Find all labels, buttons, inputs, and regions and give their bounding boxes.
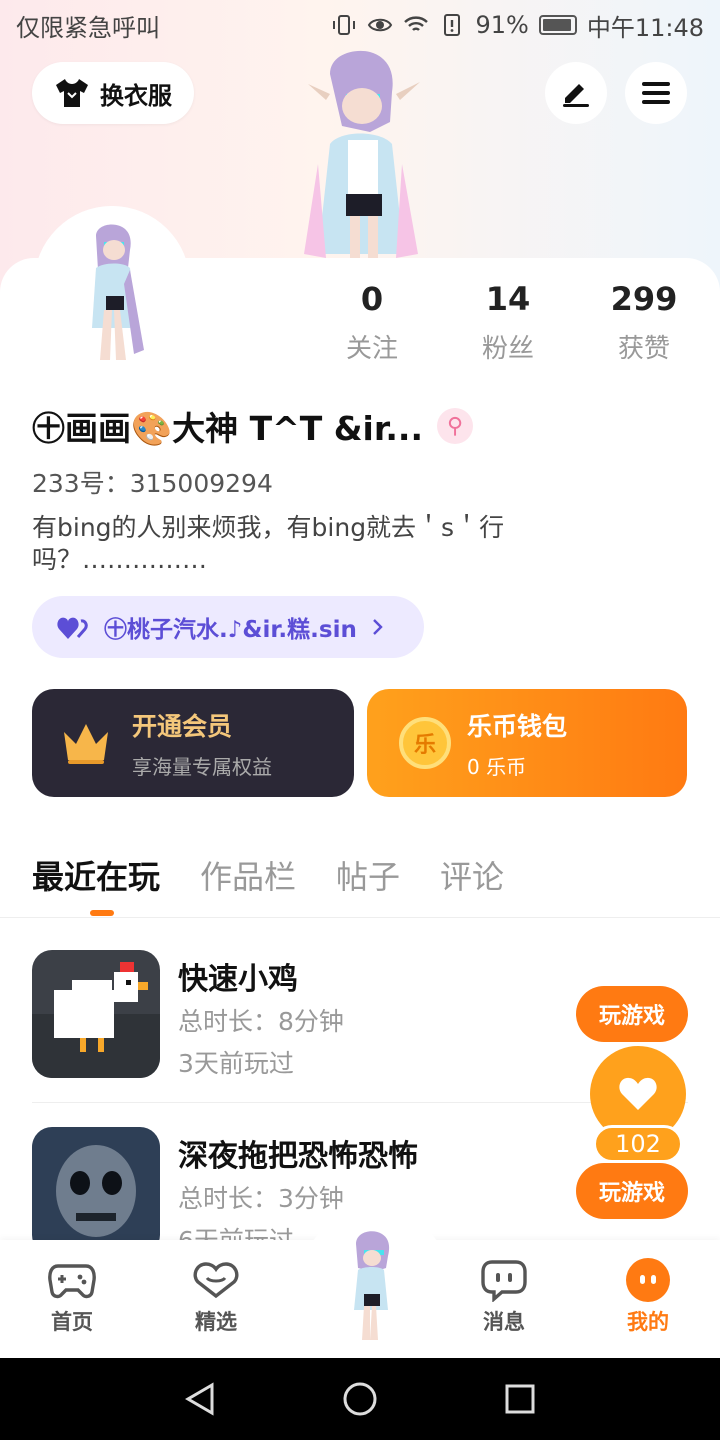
play-game-button[interactable]: 玩游戏 xyxy=(576,986,688,1042)
pencil-icon xyxy=(563,84,589,107)
change-outfit-button[interactable]: 换衣服 xyxy=(32,62,194,124)
avatar-character[interactable] xyxy=(290,44,440,264)
profile-icon xyxy=(626,1258,670,1302)
followers-label: 粉丝 xyxy=(481,334,534,364)
nav-featured[interactable]: 精选 xyxy=(166,1258,266,1336)
recents-icon[interactable] xyxy=(504,1383,536,1415)
profile-avatar[interactable] xyxy=(34,206,190,362)
change-outfit-label: 换衣服 xyxy=(100,81,172,110)
game-icon-horror xyxy=(32,1127,160,1255)
nav-home[interactable]: 首页 xyxy=(22,1258,122,1336)
shirt-icon xyxy=(56,79,88,107)
game-icon-chicken xyxy=(32,950,160,1078)
tab-recently-played[interactable]: 最近在玩 xyxy=(32,852,160,898)
double-heart-icon xyxy=(57,617,88,639)
nav-messages-label: 消息 xyxy=(483,1310,525,1334)
vip-title: 开通会员 xyxy=(132,711,233,741)
profile-tabs: 最近在玩 作品栏 帖子 评论 xyxy=(32,852,504,898)
likes-stat[interactable]: 299 获赞 xyxy=(584,280,704,365)
user-id[interactable]: 233号：315009294 xyxy=(32,464,273,500)
menu-icon xyxy=(642,82,670,104)
vip-card[interactable]: 开通会员 享海量专属权益 xyxy=(32,689,354,797)
nav-messages[interactable]: 消息 xyxy=(454,1258,554,1336)
heart-icon xyxy=(619,1077,657,1110)
menu-button[interactable] xyxy=(625,62,687,124)
nav-me-label: 我的 xyxy=(627,1310,669,1334)
avatar-image xyxy=(34,206,190,362)
vip-subtitle: 享海量专属权益 xyxy=(132,754,272,779)
game-duration: 总时长：3分钟 xyxy=(178,1184,344,1213)
nav-home-label: 首页 xyxy=(51,1310,93,1334)
couple-link-pill[interactable]: ㊉桃子汽水.♪&ir.糕.sin xyxy=(32,596,424,658)
crown-icon xyxy=(64,724,108,764)
wifi-icon xyxy=(404,16,429,31)
row-divider xyxy=(32,1102,688,1103)
username-text: ㊉画画🎨大神 T^T &ir... xyxy=(32,409,424,448)
tab-works[interactable]: 作品栏 xyxy=(200,852,296,898)
heart-chat-icon xyxy=(193,1262,239,1299)
status-bar: 仅限紧急呼叫 91% 中午11:48 xyxy=(0,0,720,50)
like-count: 102 xyxy=(593,1125,683,1163)
likes-label: 获赞 xyxy=(617,334,670,364)
gender-badge-icon: ⚲ xyxy=(437,408,474,444)
wallet-balance: 0 乐币 xyxy=(467,754,527,779)
carrier-text: 仅限紧急呼叫 xyxy=(16,13,160,42)
username: ㊉画画🎨大神 T^T &ir... ⚲ xyxy=(32,402,474,450)
nav-avatar[interactable] xyxy=(330,1224,410,1342)
nav-featured-label: 精选 xyxy=(195,1310,237,1334)
home-icon[interactable] xyxy=(343,1382,377,1416)
following-label: 关注 xyxy=(345,334,398,364)
game-last-played: 3天前玩过 xyxy=(178,1049,294,1078)
following-stat[interactable]: 0 关注 xyxy=(312,280,432,365)
game-row[interactable]: 快速小鸡 总时长：8分钟 3天前玩过 玩游戏 xyxy=(32,950,688,1080)
gamepad-icon xyxy=(48,1264,96,1299)
active-tab-indicator xyxy=(90,910,114,916)
back-icon[interactable] xyxy=(184,1382,216,1416)
coin-icon: 乐 xyxy=(399,717,451,769)
edit-button[interactable] xyxy=(545,62,607,124)
system-navigation-bar xyxy=(0,1358,720,1440)
nav-me[interactable]: 我的 xyxy=(598,1258,698,1336)
eye-icon xyxy=(368,18,393,32)
play-game-button[interactable]: 玩游戏 xyxy=(576,1163,688,1219)
battery-percent: 91% xyxy=(475,11,529,39)
chevron-right-icon xyxy=(372,619,383,635)
game-duration: 总时长：8分钟 xyxy=(178,1007,344,1036)
battery-alert-icon xyxy=(444,14,461,36)
couple-link-text: ㊉桃子汽水.♪&ir.糕.sin xyxy=(104,617,357,643)
game-title: 深夜拖把恐怖恐怖 xyxy=(178,1139,418,1174)
battery-icon xyxy=(538,15,577,35)
wallet-card[interactable]: 乐 乐币钱包 0 乐币 xyxy=(367,689,687,797)
wallet-title: 乐币钱包 xyxy=(467,711,568,741)
tab-posts[interactable]: 帖子 xyxy=(336,852,400,898)
message-icon xyxy=(481,1260,527,1302)
clock: 中午11:48 xyxy=(586,13,704,42)
game-title: 快速小鸡 xyxy=(178,962,298,997)
followers-stat[interactable]: 14 粉丝 xyxy=(448,280,568,365)
user-bio: 有bing的人别来烦我，有bing就去＇s＇行吗？…………… xyxy=(32,513,505,574)
following-count: 0 xyxy=(360,280,384,318)
tab-comments[interactable]: 评论 xyxy=(440,852,504,898)
followers-count: 14 xyxy=(485,280,531,318)
tabs-divider xyxy=(0,917,720,918)
likes-count: 299 xyxy=(610,280,678,318)
vibrate-icon xyxy=(333,15,356,35)
